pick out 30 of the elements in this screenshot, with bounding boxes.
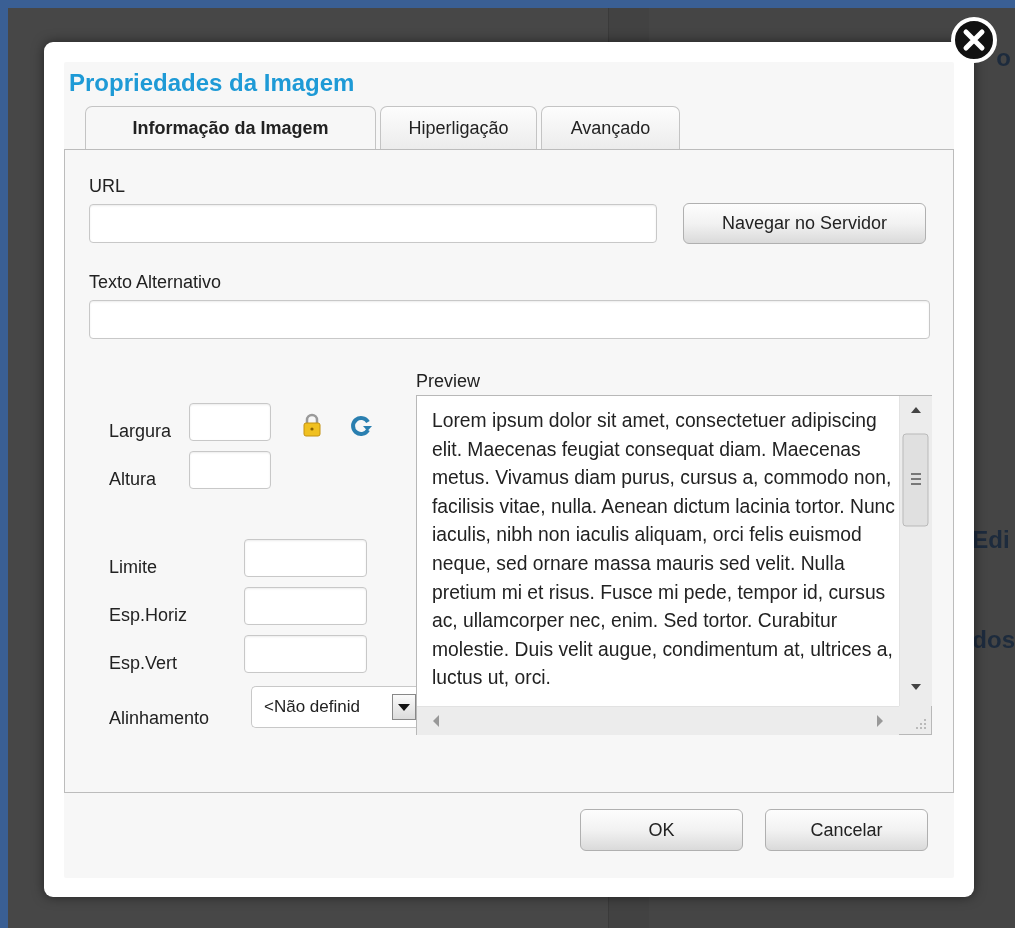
- input-field[interactable]: [244, 539, 367, 577]
- field-label: Esp.Horiz: [108, 605, 189, 625]
- input-field[interactable]: [189, 451, 271, 489]
- field-label: Texto Alternativo: [89, 272, 222, 293]
- dialog-title: Propriedades da Imagem: [69, 68, 355, 97]
- field-label: Esp.Vert: [108, 653, 179, 673]
- alt-text-field[interactable]: [89, 300, 930, 339]
- reset-icon[interactable]: [349, 414, 373, 438]
- field-label: URL: [89, 176, 125, 197]
- tab[interactable]: Avançado: [541, 106, 680, 149]
- preview-label: Preview: [416, 372, 482, 391]
- field-label: Alinhamento: [108, 708, 211, 728]
- url-field[interactable]: [89, 204, 657, 243]
- tab[interactable]: Informação da Imagem: [85, 106, 376, 150]
- dialog-button[interactable]: Cancelar: [765, 809, 928, 851]
- input-field[interactable]: [244, 587, 367, 625]
- input-field[interactable]: [244, 635, 367, 673]
- caret-icon: [398, 703, 410, 711]
- preview-text: Lorem ipsum dolor sit amet, consectetuer adipiscing elit. Maecenas feugiat consequat diam. Maecenas metus. Vivamus diam purus, cursus a, commodo non, facilisis vitae, nulla. Aenean dictum lacinia tortor. Nunc iaculis, nibh non iaculis aliquam, orci felis euismod neque, sed ornare massa mauris sed velit. Nulla pretium mi et risus. Fusce mi pede, tempor id, cursus ac, ullamcorper nec, enim. Sed tortor. Curabitur molestie. Duis velit augue, condimentum at, ultrices a, luctus ut, orci.: [432, 409, 896, 691]
- field-label: Altura: [108, 469, 158, 489]
- dialog-button[interactable]: OK: [580, 809, 743, 851]
- scrollbar[interactable]: [899, 396, 932, 706]
- alignment-dropdown[interactable]: <Não definid: [251, 686, 416, 728]
- browse-button[interactable]: Navegar no Servidor: [683, 203, 926, 244]
- input-field[interactable]: [189, 403, 271, 441]
- field-label: Largura: [108, 421, 173, 441]
- close-icon[interactable]: [950, 16, 998, 64]
- tab[interactable]: Hiperligação: [380, 106, 537, 149]
- field-label: Limite: [108, 557, 158, 577]
- lock-icon[interactable]: [303, 413, 321, 437]
